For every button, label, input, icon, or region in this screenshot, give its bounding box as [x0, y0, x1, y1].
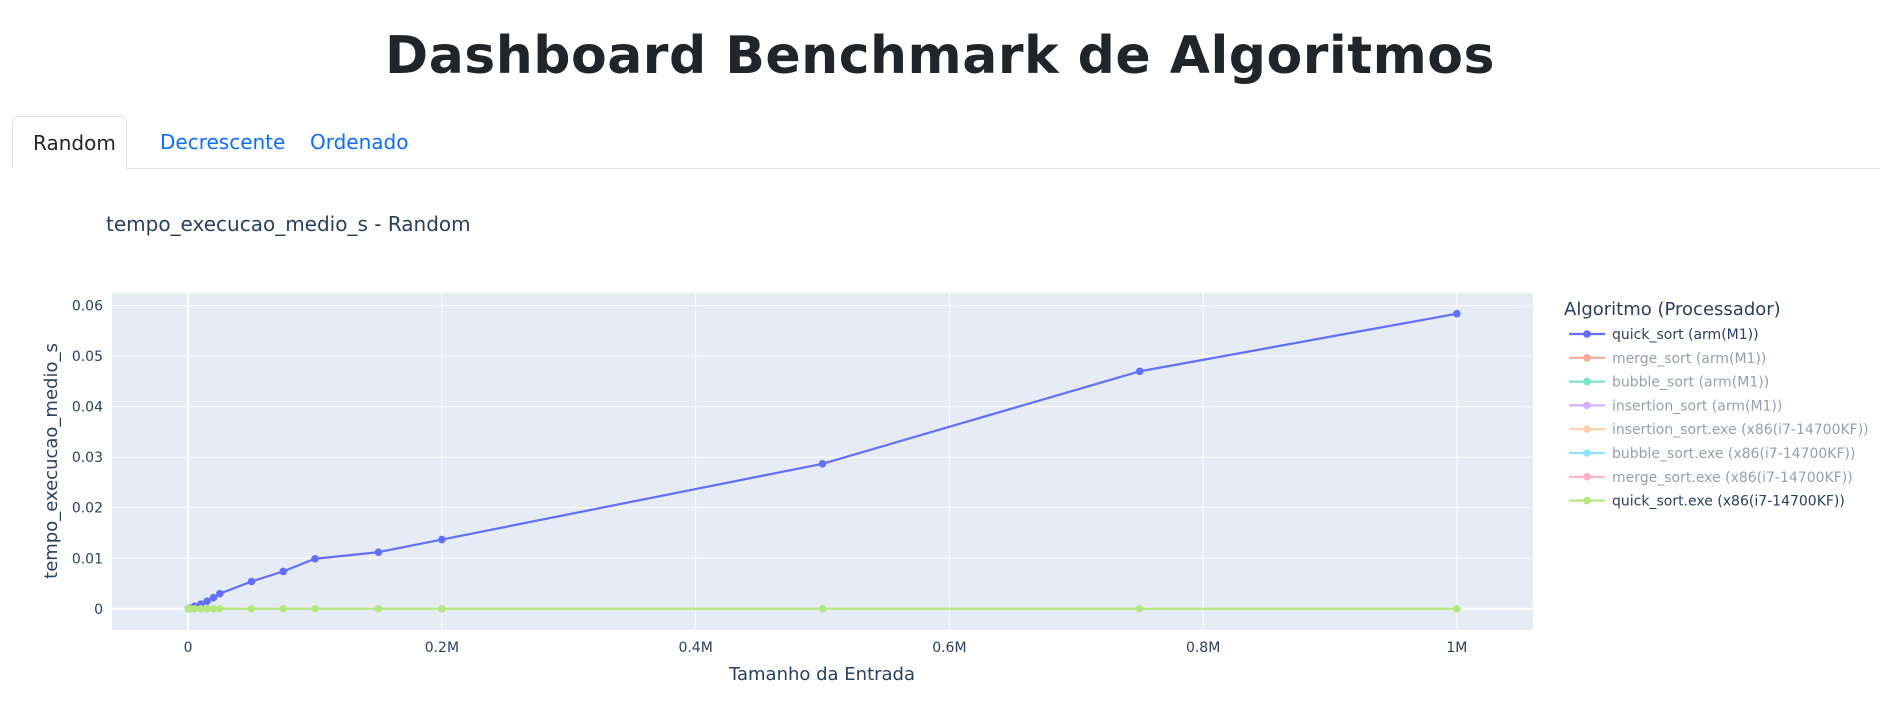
legend-marker: [1583, 354, 1591, 362]
legend-item[interactable]: bubble_sort.exe (x86(i7-14700KF)): [1569, 446, 1855, 462]
tab-decrescente[interactable]: Decrescente: [140, 116, 305, 168]
legend: quick_sort (arm(M1)) merge_sort (arm(M1))…: [1569, 327, 1869, 510]
legend-item[interactable]: insertion_sort.exe (x86(i7-14700KF)): [1569, 422, 1869, 438]
data-point[interactable]: [1453, 309, 1461, 318]
data-point[interactable]: [374, 604, 383, 613]
data-point[interactable]: [279, 604, 288, 613]
legend-marker: [1583, 401, 1591, 410]
data-point[interactable]: [1135, 604, 1144, 613]
legend-item[interactable]: insertion_sort (arm(M1)): [1569, 398, 1782, 414]
x-tick-label: 1M: [1446, 640, 1467, 656]
data-point[interactable]: [1135, 367, 1144, 376]
y-tick-label: 0.05: [72, 349, 103, 365]
data-point[interactable]: [818, 604, 827, 613]
legend-marker: [1583, 449, 1591, 457]
data-point[interactable]: [209, 593, 218, 602]
x-tick-label: 0: [184, 640, 193, 656]
tab-random[interactable]: Random: [12, 116, 127, 169]
x-tick-label: 0.8M: [1186, 640, 1220, 656]
tab-ordenado[interactable]: Ordenado: [290, 116, 428, 168]
x-tick-label: 0.2M: [425, 640, 459, 656]
chart-title: tempo_execucao_medio_s - Random: [106, 212, 471, 236]
page-title: Dashboard Benchmark de Algoritmos: [385, 26, 1495, 86]
data-point[interactable]: [216, 604, 224, 613]
legend-label: bubble_sort.exe (x86(i7-14700KF)): [1612, 446, 1855, 462]
data-point[interactable]: [247, 577, 256, 586]
legend-marker: [1583, 330, 1591, 338]
data-point[interactable]: [216, 589, 224, 598]
data-point[interactable]: [311, 554, 319, 563]
y-tick-label: 0.06: [72, 299, 103, 315]
legend-marker: [1583, 496, 1591, 505]
x-axis-ticks: 0 0.2M 0.4M 0.6M 0.8M 1M: [184, 640, 1468, 656]
data-point[interactable]: [438, 604, 446, 613]
data-point[interactable]: [247, 604, 256, 613]
tab-bar: Random Decrescente Ordenado: [12, 116, 1880, 169]
legend-label: bubble_sort (arm(M1)): [1612, 375, 1769, 391]
legend-title: Algoritmo (Processador): [1564, 299, 1781, 320]
data-point[interactable]: [279, 567, 288, 576]
legend-label: merge_sort (arm(M1)): [1612, 351, 1766, 367]
y-tick-label: 0.01: [72, 551, 103, 567]
legend-item[interactable]: quick_sort (arm(M1)): [1569, 327, 1759, 343]
legend-label: quick_sort.exe (x86(i7-14700KF)): [1612, 494, 1845, 510]
legend-label: insertion_sort.exe (x86(i7-14700KF)): [1612, 422, 1869, 438]
legend-marker: [1583, 377, 1591, 386]
y-tick-label: 0.04: [72, 400, 103, 416]
data-point[interactable]: [374, 548, 383, 556]
legend-item[interactable]: merge_sort (arm(M1)): [1569, 351, 1766, 367]
line-chart: tempo_execucao_medio_s - Random 0 0.2M 0.4…: [41, 212, 1869, 685]
x-tick-label: 0.6M: [932, 640, 966, 656]
data-point[interactable]: [818, 459, 827, 468]
legend-item[interactable]: quick_sort.exe (x86(i7-14700KF)): [1569, 494, 1845, 510]
legend-marker: [1583, 425, 1591, 433]
y-axis-ticks: 0 0.01 0.02 0.03 0.04 0.05 0.06: [72, 299, 103, 618]
data-point[interactable]: [311, 604, 319, 613]
y-tick-label: 0.03: [72, 450, 103, 466]
legend-marker: [1583, 473, 1591, 481]
legend-label: insertion_sort (arm(M1)): [1612, 398, 1782, 414]
legend-item[interactable]: merge_sort.exe (x86(i7-14700KF)): [1569, 470, 1853, 486]
y-axis-label: tempo_execucao_medio_s: [41, 343, 62, 579]
legend-label: quick_sort (arm(M1)): [1612, 327, 1759, 343]
y-tick-label: 0.02: [72, 501, 103, 517]
x-axis-label: Tamanho da Entrada: [728, 664, 915, 685]
y-tick-label: 0: [94, 602, 103, 618]
legend-item[interactable]: bubble_sort (arm(M1)): [1569, 375, 1769, 391]
x-tick-label: 0.4M: [678, 640, 712, 656]
legend-label: merge_sort.exe (x86(i7-14700KF)): [1612, 470, 1853, 486]
data-point[interactable]: [438, 535, 446, 544]
data-point[interactable]: [1453, 604, 1461, 613]
